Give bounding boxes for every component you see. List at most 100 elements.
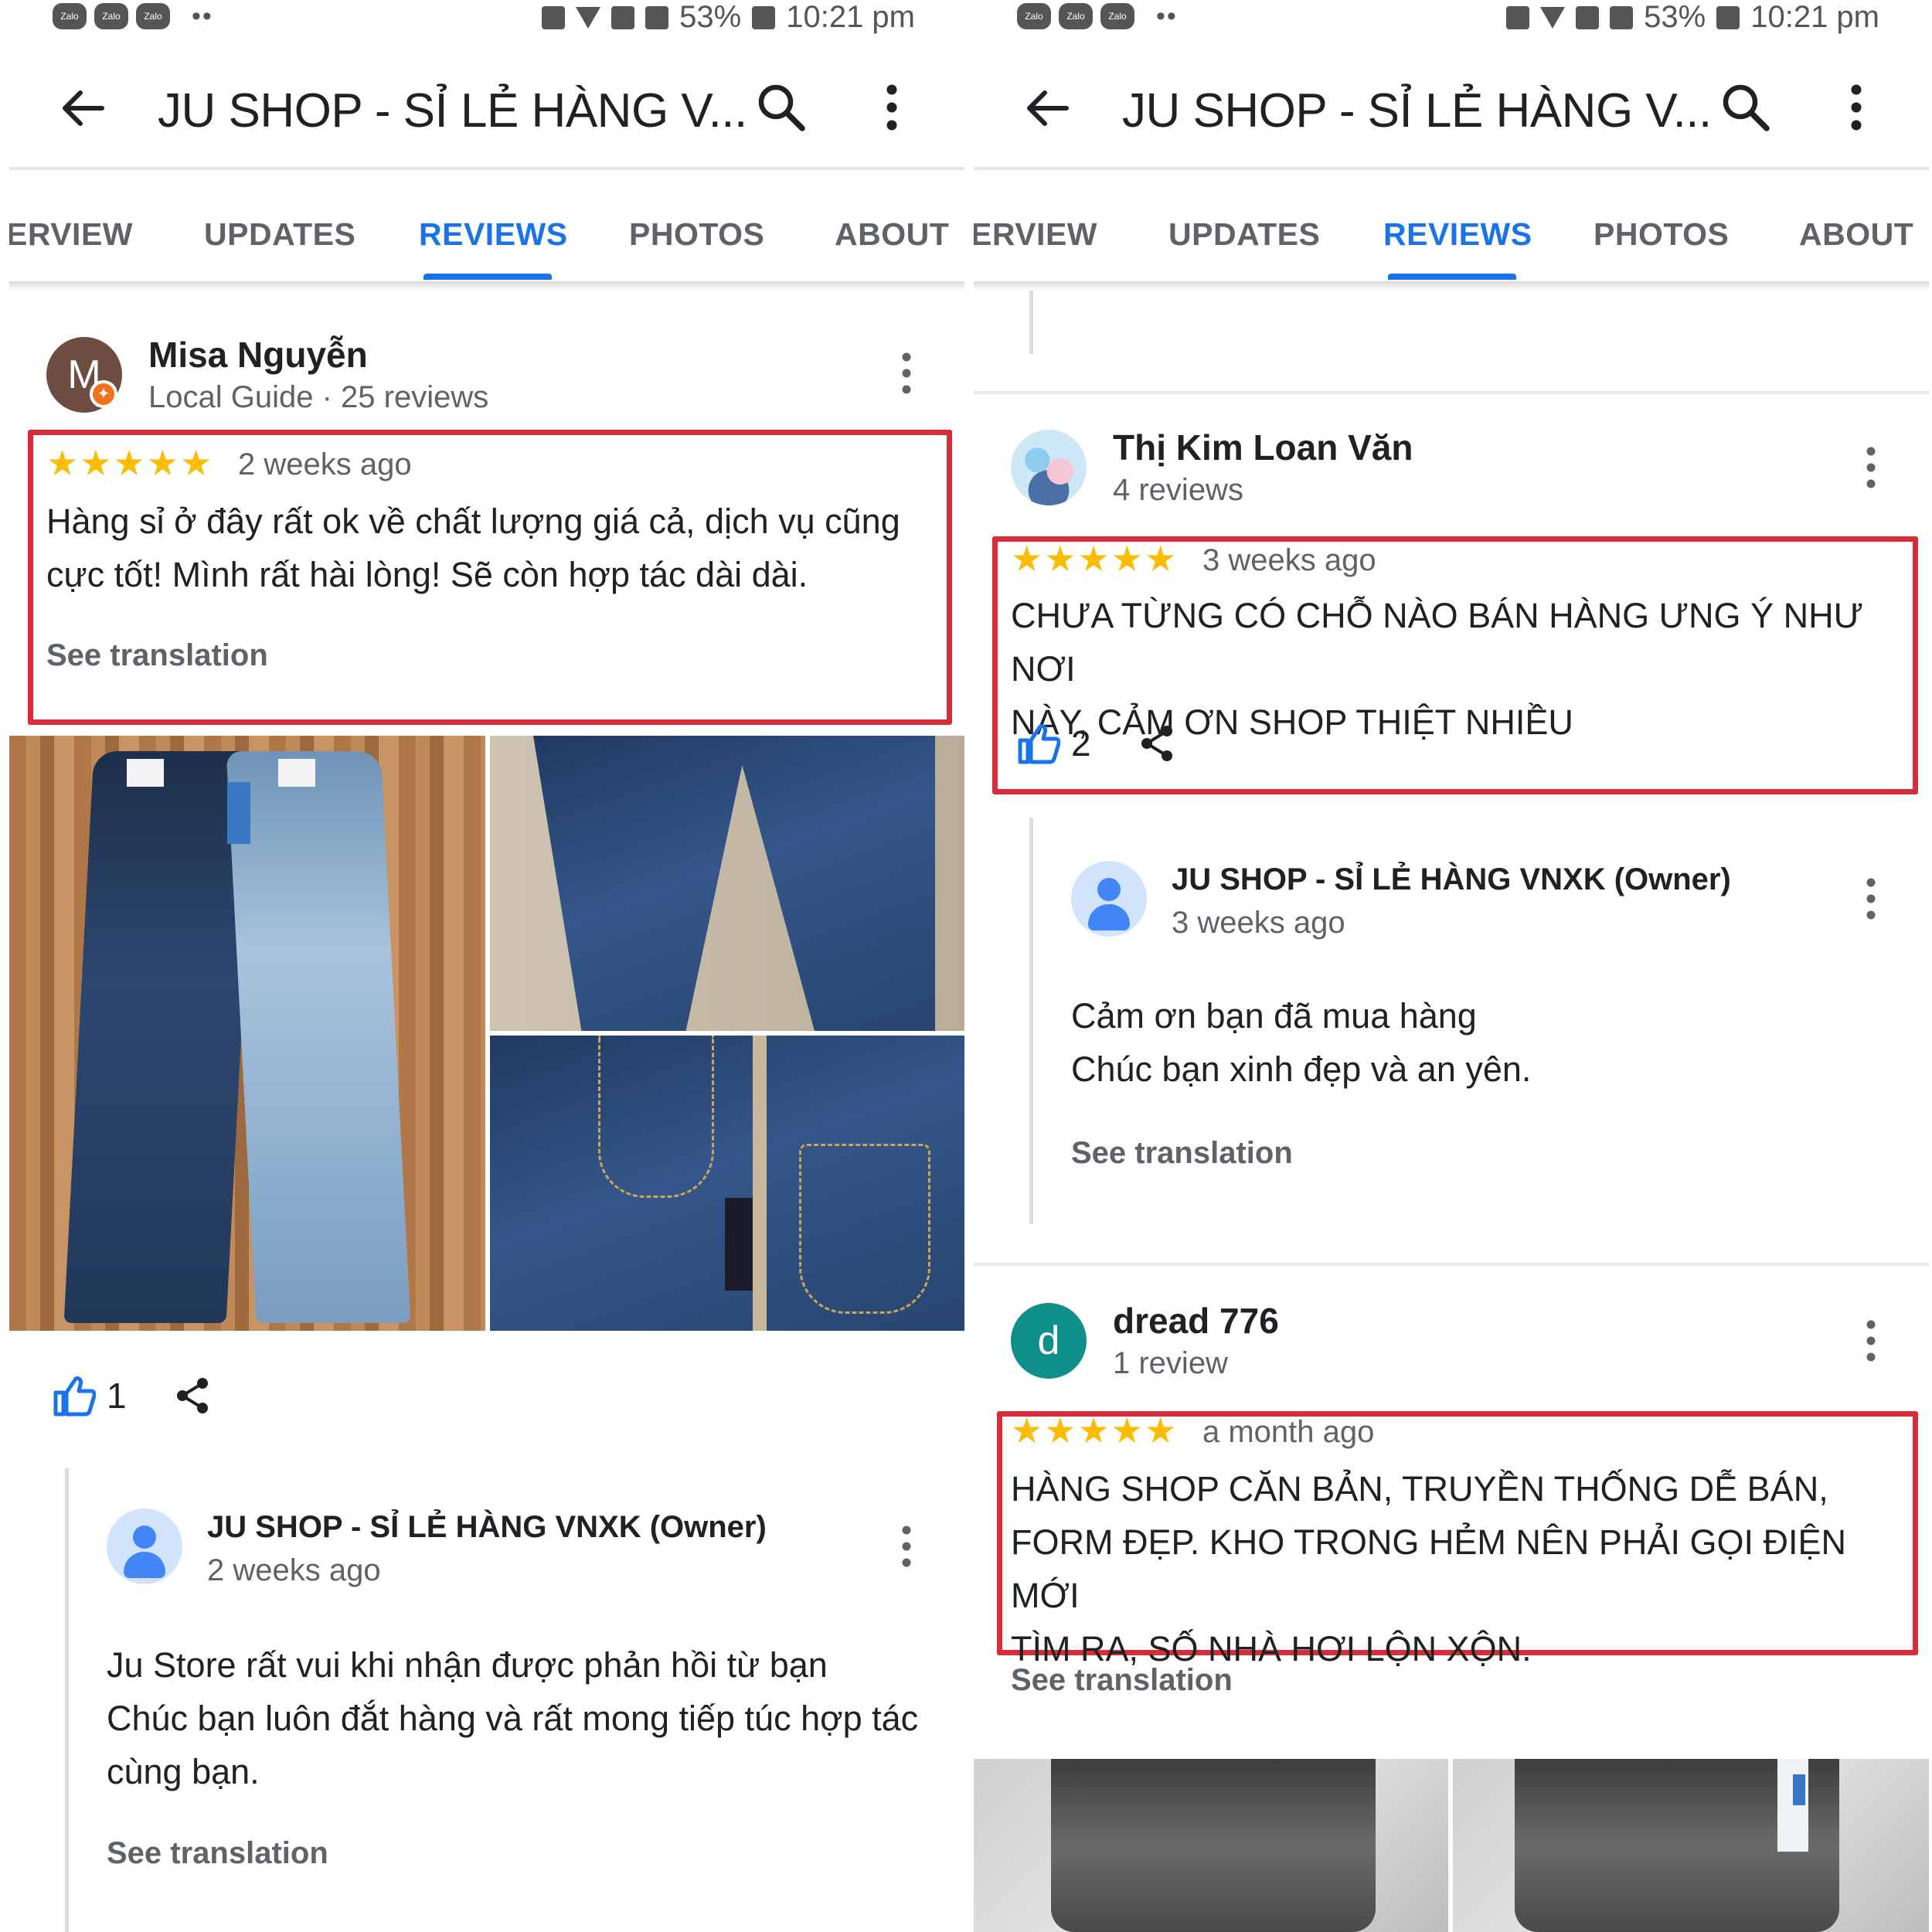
review-menu-icon[interactable]: [895, 346, 918, 400]
owner-name: JU SHOP - SỈ LẺ HÀNG VNXK (Owner): [1172, 862, 1731, 896]
tab-overview[interactable]: ERVIEW: [974, 216, 1097, 253]
app-bar-divider: [9, 167, 964, 170]
tab-reviews[interactable]: REVIEWS: [1383, 216, 1532, 253]
top-app-bar: JU SHOP - SỈ LẺ HÀNG V...: [9, 46, 964, 162]
see-translation-link[interactable]: See translation: [107, 1836, 328, 1871]
share-icon[interactable]: [173, 1376, 212, 1415]
tab-photos[interactable]: PHOTOS: [629, 216, 764, 253]
owner-avatar-icon: [107, 1509, 182, 1584]
review-menu-icon[interactable]: [1859, 440, 1883, 495]
thumbs-up-icon[interactable]: [53, 1374, 96, 1417]
hanger-strap: [753, 1036, 767, 1331]
review-photo-jeans-pockets[interactable]: [490, 1036, 964, 1331]
reviewer-meta: 4 reviews: [1113, 473, 1243, 507]
alarm-icon: [1610, 5, 1634, 29]
see-translation-link[interactable]: See translation: [1071, 1136, 1293, 1171]
reply-thread-line: [65, 1468, 69, 1932]
tab-photos[interactable]: PHOTOS: [1594, 216, 1729, 253]
see-translation-link[interactable]: See translation: [46, 638, 268, 673]
owner-reply-text: Ju Store rất vui khi nhận được phản hồi …: [107, 1645, 919, 1791]
jeans-label: [127, 759, 164, 787]
active-tab-indicator: [1388, 274, 1516, 280]
shorts-tag: [1793, 1774, 1805, 1805]
app-bar-divider: [974, 167, 1929, 170]
left-screenshot-panel: Zalo Zalo Zalo •• 53% 10:21 pm JU SHOP -…: [9, 0, 964, 1932]
like-count: 2: [1071, 723, 1091, 764]
review-time: a month ago: [1202, 1415, 1375, 1449]
tab-bar-shadow: [9, 281, 964, 291]
tab-overview[interactable]: ERVIEW: [9, 216, 133, 253]
system-status: 53% 10:21 pm: [1506, 0, 1879, 35]
page-title: JU SHOP - SỈ LẺ HÀNG V...: [1122, 84, 1712, 138]
share-icon[interactable]: [1138, 724, 1176, 763]
reviewer-avatar[interactable]: [1011, 430, 1087, 505]
system-status: 53% 10:21 pm: [542, 0, 915, 35]
star-rating: ★★★★★: [46, 443, 214, 483]
battery-icon: [1716, 5, 1740, 29]
owner-reply-text: Cảm ơn bạn đã mua hàng Chúc bạn xinh đẹp…: [1071, 996, 1532, 1089]
review-photo-jeans-pair[interactable]: [9, 736, 485, 1331]
search-icon[interactable]: [754, 80, 808, 134]
notification-icons: Zalo Zalo Zalo ••: [53, 3, 213, 29]
review-divider: [974, 1263, 1929, 1266]
sim-icon: [542, 5, 566, 29]
clock: 10:21 pm: [786, 0, 915, 34]
reviewer-name[interactable]: Thị Kim Loan Văn: [1113, 427, 1413, 468]
back-arrow-icon[interactable]: [1023, 83, 1073, 133]
tab-about[interactable]: ABOUT: [835, 216, 949, 253]
reviewer-name[interactable]: dread 776: [1113, 1300, 1279, 1342]
jeans-label: [278, 759, 315, 787]
review-divider: [974, 391, 1929, 394]
zalo-app-icon: Zalo: [1100, 3, 1134, 29]
reviewer-avatar[interactable]: d: [1011, 1303, 1087, 1379]
reviewer-name[interactable]: Misa Nguyễn: [148, 334, 368, 376]
status-bar: Zalo Zalo Zalo •• 53% 10:21 pm: [974, 0, 1929, 39]
zalo-app-icon: Zalo: [53, 3, 87, 29]
star-rating: ★★★★★: [1011, 539, 1179, 579]
notification-icons: Zalo Zalo Zalo ••: [1017, 3, 1178, 29]
alarm-icon: [645, 5, 669, 29]
review-photo-grey-shorts[interactable]: [974, 1759, 1448, 1932]
reviewer-meta: Local Guide · 25 reviews: [148, 380, 489, 414]
reviewer-meta: 1 review: [1113, 1346, 1228, 1380]
zalo-app-icon: Zalo: [1059, 3, 1093, 29]
mute-icon: [1576, 5, 1600, 29]
jeans-tag: [725, 1198, 753, 1291]
panel-gutter: [964, 0, 974, 1932]
battery-level: 53%: [679, 0, 742, 34]
review-photo-grey-shorts-back[interactable]: [1453, 1759, 1929, 1932]
light-jeans: [226, 751, 411, 1323]
review-actions: 2: [1017, 722, 1176, 765]
review-time: 2 weeks ago: [238, 447, 412, 481]
see-translation-link[interactable]: See translation: [1011, 1663, 1233, 1698]
tab-reviews[interactable]: REVIEWS: [419, 216, 568, 253]
reply-menu-icon[interactable]: [1859, 872, 1883, 926]
zalo-app-icon: Zalo: [136, 3, 170, 29]
zalo-app-icon: Zalo: [94, 3, 128, 29]
star-rating: ★★★★★: [1011, 1410, 1179, 1451]
thumbs-up-icon[interactable]: [1017, 722, 1060, 765]
tab-bar: ERVIEW UPDATES REVIEWS PHOTOS ABOUT: [9, 201, 964, 280]
tab-updates[interactable]: UPDATES: [1168, 216, 1320, 253]
owner-reply-time: 2 weeks ago: [207, 1553, 381, 1587]
tab-bar-shadow: [974, 281, 1929, 291]
search-icon[interactable]: [1719, 80, 1773, 134]
overflow-menu-icon[interactable]: [1841, 80, 1872, 134]
battery-icon: [752, 5, 776, 29]
zalo-app-icon: Zalo: [1017, 3, 1051, 29]
overflow-menu-icon[interactable]: [876, 80, 907, 134]
page-title: JU SHOP - SỈ LẺ HÀNG V...: [158, 84, 747, 138]
tab-updates[interactable]: UPDATES: [204, 216, 355, 253]
tab-about[interactable]: ABOUT: [1799, 216, 1913, 253]
review-actions: 1: [53, 1374, 212, 1417]
more-notifications-icon: ••: [192, 2, 213, 31]
local-guide-badge-icon: ✦: [90, 380, 117, 408]
reply-thread-line: [1029, 818, 1033, 1224]
reply-thread-line: [1029, 291, 1033, 354]
review-menu-icon[interactable]: [1859, 1314, 1883, 1368]
back-arrow-icon[interactable]: [59, 83, 108, 133]
reply-menu-icon[interactable]: [895, 1519, 918, 1573]
like-count: 1: [107, 1376, 127, 1416]
more-notifications-icon: ••: [1156, 2, 1178, 31]
review-photo-jeans-legs[interactable]: [490, 736, 964, 1031]
